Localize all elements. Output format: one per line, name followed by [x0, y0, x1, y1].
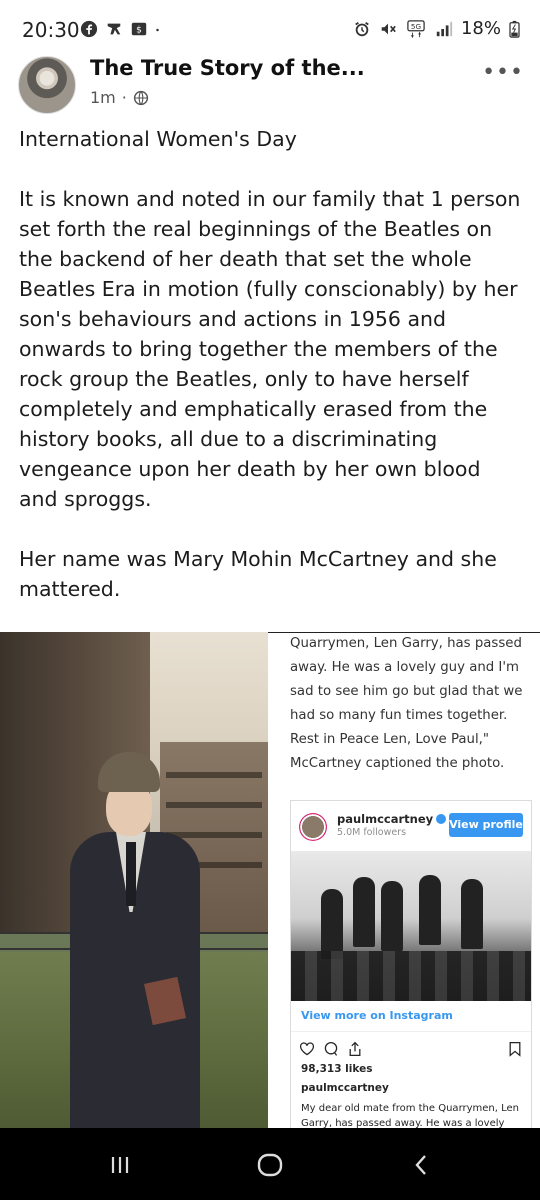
portrait-photo — [0, 632, 268, 1128]
post-image[interactable]: Quarrymen, Len Garry, has passed away. H… — [0, 632, 540, 1128]
post-text: International Women's Day It is known an… — [19, 124, 524, 604]
mute-icon — [381, 23, 396, 34]
avatar[interactable] — [18, 56, 76, 114]
recents-icon — [111, 1157, 129, 1173]
back-button[interactable] — [402, 1148, 442, 1182]
bookmark-icon — [509, 1041, 521, 1057]
svg-text:$: $ — [136, 26, 142, 36]
meta-separator: · — [121, 88, 127, 107]
article-screenshot: Quarrymen, Len Garry, has passed away. H… — [268, 632, 540, 1128]
post-body: It is known and noted in our family that… — [19, 187, 521, 511]
post-meta: 1m · — [90, 88, 149, 107]
ig-owner: paulmccartney — [301, 1082, 389, 1094]
verified-icon — [436, 814, 447, 824]
facebook-icon — [80, 20, 98, 38]
status-right: 5G 18% — [353, 18, 520, 39]
heart-icon — [299, 1042, 315, 1056]
instagram-embed: paulmccartney 5.0M followers View profil… — [290, 800, 532, 1128]
dollar-icon: $ — [131, 22, 147, 36]
share-icon — [349, 1041, 361, 1057]
ig-caption: My dear old mate from the Quarrymen, Len… — [301, 1103, 520, 1128]
back-icon — [415, 1155, 426, 1175]
post-time[interactable]: 1m — [90, 88, 116, 107]
status-bar: 20:30 $ 5G 18% — [0, 0, 540, 46]
kitchen-icon — [107, 23, 121, 35]
comment-icon — [324, 1041, 338, 1056]
post-author[interactable]: The True Story of the... — [90, 56, 365, 80]
battery-percent: 18% — [460, 18, 501, 39]
home-icon — [257, 1153, 283, 1177]
svg-text:5G: 5G — [411, 22, 421, 31]
ig-followers: 5.0M followers — [337, 827, 407, 838]
ig-likes: 98,313 likes — [301, 1063, 373, 1075]
dot-icon — [156, 28, 159, 32]
ig-actions — [299, 1041, 363, 1057]
more-options-icon[interactable]: ••• — [482, 60, 524, 85]
signal-icon — [436, 21, 453, 36]
post-closing: Her name was Mary Mohin McCartney and sh… — [19, 547, 497, 601]
alarm-icon — [355, 21, 369, 36]
post-header: The True Story of the... 1m · ••• — [18, 56, 528, 116]
notification-icons: $ — [80, 20, 165, 38]
home-button[interactable] — [250, 1148, 290, 1182]
5g-icon: 5G — [407, 19, 425, 38]
ig-avatar — [299, 813, 327, 841]
view-profile-button: View profile — [449, 813, 523, 837]
navigation-bar — [0, 1128, 540, 1200]
battery-icon — [509, 20, 520, 38]
post-title: International Women's Day — [19, 127, 297, 151]
article-caption: Quarrymen, Len Garry, has passed away. H… — [290, 636, 523, 771]
ig-username: paulmccartney — [337, 812, 447, 826]
view-more-link: View more on Instagram — [301, 1009, 453, 1022]
globe-icon — [133, 90, 148, 105]
status-time: 20:30 — [22, 18, 80, 42]
ig-band-photo — [291, 851, 531, 1001]
recents-button[interactable] — [100, 1148, 140, 1182]
